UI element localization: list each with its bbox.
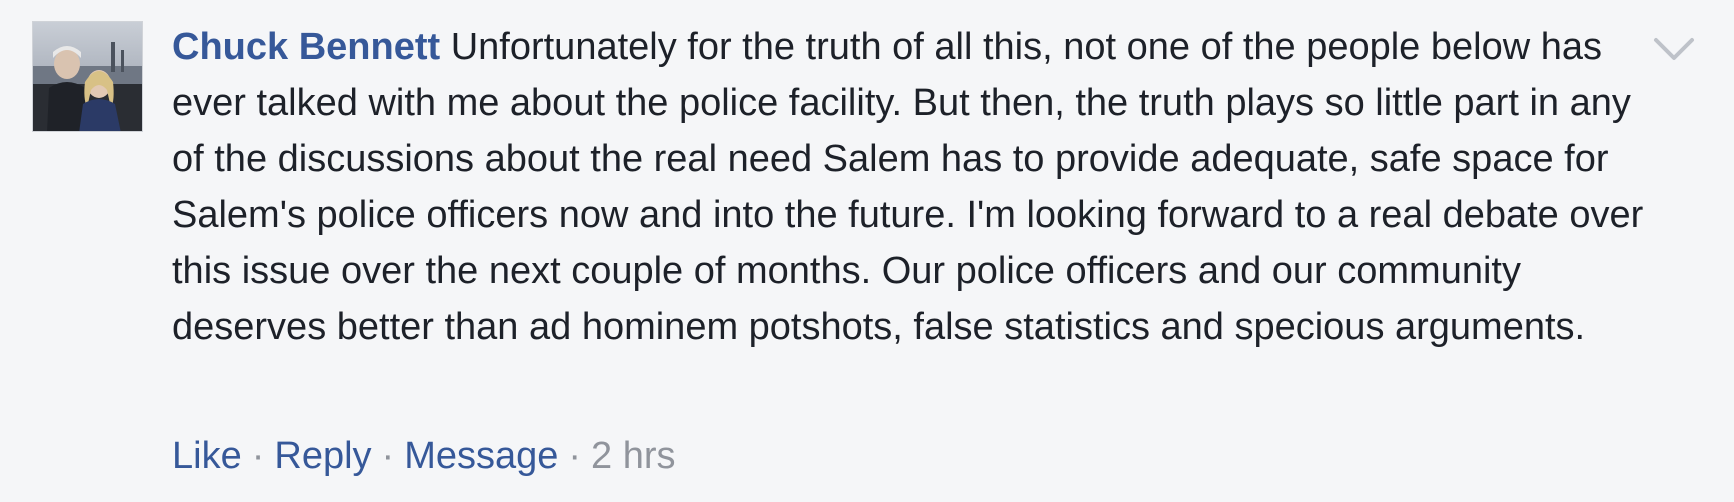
chevron-down-icon[interactable]: [1652, 32, 1696, 68]
action-separator: ·: [568, 435, 582, 477]
action-separator: ·: [251, 435, 265, 477]
comment-text: Unfortunately for the truth of all this,…: [172, 26, 1644, 348]
message-button[interactable]: Message: [404, 435, 558, 477]
comment-author-link[interactable]: Chuck Bennett: [172, 26, 440, 68]
action-separator: ·: [381, 435, 395, 477]
avatar[interactable]: [32, 21, 143, 132]
comment: Chuck Bennett Unfortunately for the trut…: [0, 0, 1734, 502]
like-button[interactable]: Like: [172, 435, 242, 477]
comment-body: Chuck Bennett Unfortunately for the trut…: [172, 19, 1662, 355]
comment-actions: Like · Reply · Message · 2 hrs: [172, 428, 676, 484]
comment-timestamp[interactable]: 2 hrs: [591, 435, 675, 477]
reply-button[interactable]: Reply: [274, 435, 371, 477]
